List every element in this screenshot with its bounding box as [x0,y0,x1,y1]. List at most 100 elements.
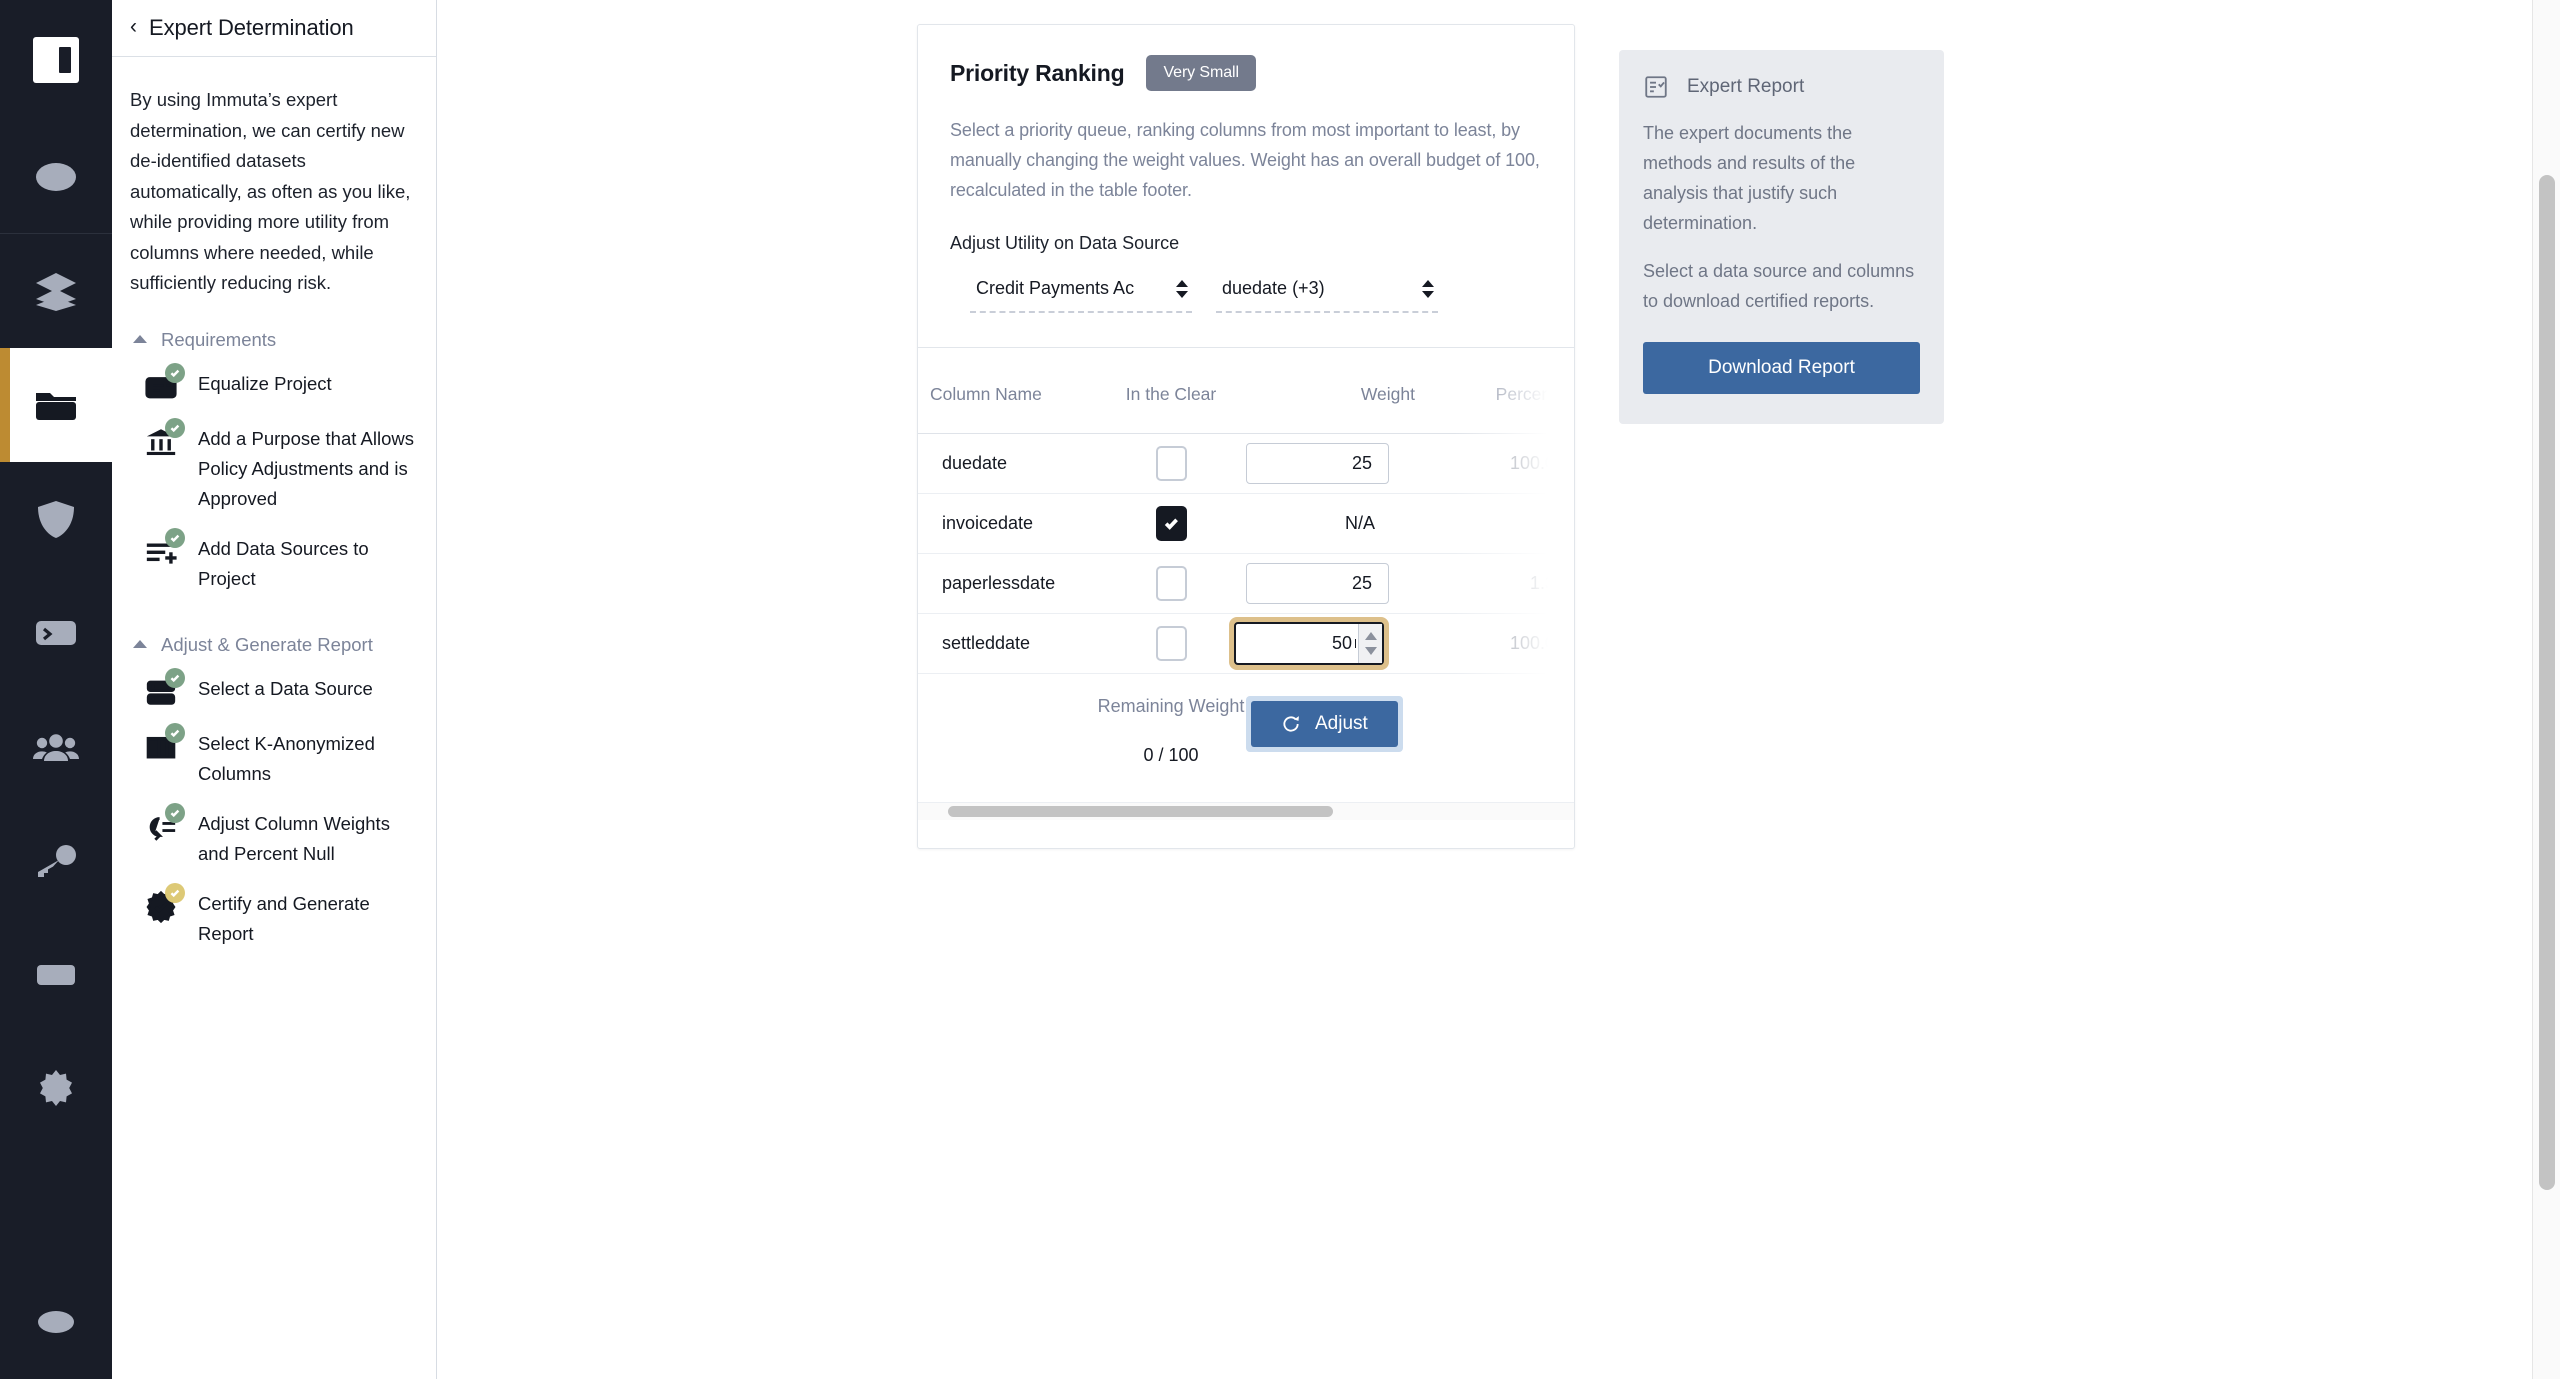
sidebar-item-label: Certify and Generate Report [198,892,370,944]
section-adjust-generate-report[interactable]: Adjust & Generate Report [130,634,414,656]
left-panel-body: By using Immuta’s expert determination, … [112,57,436,959]
in-the-clear-checkbox[interactable] [1155,626,1187,661]
refresh-icon [1283,716,1299,732]
column-select[interactable]: duedate (+3) [1216,278,1438,313]
key-icon [38,845,76,877]
rail-item-add[interactable] [0,120,112,234]
expert-report-paragraph-2: Select a data source and columns to down… [1643,261,1915,311]
header-weight: Weight [1246,384,1441,434]
rail-item-settings[interactable] [0,1032,112,1146]
rail-item-audit[interactable] [0,918,112,1032]
sidebar-item-equalize-project[interactable]: Equalize Project [130,359,414,414]
expert-report-paragraph-1: The expert documents the methods and res… [1643,123,1856,233]
rail-item-identity[interactable] [0,804,112,918]
sidebar-item-adjust-column-weights[interactable]: Adjust Column Weights and Percent Null [130,799,414,879]
in-the-clear-checkbox[interactable] [1155,506,1187,541]
table-horizontal-scrollbar[interactable] [918,801,1574,820]
download-report-button[interactable]: Download Report [1643,342,1920,394]
cell-column-name: paperlessdate [942,573,1056,593]
rail-item-logout[interactable] [0,1265,112,1379]
weight-input-focused[interactable]: 50 [1234,622,1384,665]
cell-column-name: duedate [942,453,1008,473]
priority-card-header: Priority Ranking Very Small Select a pri… [918,25,1574,348]
section-requirements[interactable]: Requirements [130,329,414,351]
card-title: Priority Ranking [950,59,1125,86]
left-panel: ‹ Expert Determination By using Immuta’s… [112,0,437,1379]
folder-icon [36,393,76,420]
priority-ranking-card: Priority Ranking Very Small Select a pri… [917,24,1575,849]
back-chevron-icon[interactable]: ‹ [130,16,137,40]
adjust-button[interactable]: Adjust [1251,701,1398,747]
cell-percent-null: 0% [1554,513,1574,533]
expert-report-panel: Expert Report The expert documents the m… [1619,50,1944,424]
card-title-row: Priority Ranking Very Small [950,55,1542,91]
cell-percent-null: 100.00% [1509,453,1574,473]
remaining-weight-value: 0 / 100 [1143,745,1199,765]
rail-item-query-engine[interactable] [0,576,112,690]
cell-percent-null: 1.38% [1529,573,1574,593]
sidebar-item-select-k-anonymized-columns[interactable]: Select K-Anonymized Columns [130,719,414,799]
table-header-row: Column Name In the Clear Weight Percent … [918,384,1574,434]
main-inner: Priority Ranking Very Small Select a pri… [437,24,2560,1379]
select-row: Credit Payments Ac duedate (+3) [950,278,1542,313]
immuta-logo-icon [33,37,79,83]
expert-report-header: Expert Report [1643,74,1920,100]
rail-item-policies[interactable] [0,462,112,576]
app-logo[interactable] [0,0,112,120]
stepper-down-icon[interactable] [1364,646,1377,655]
table-head: Column Name In the Clear Weight Percent … [918,384,1574,434]
sidebar-item-add-purpose[interactable]: Add a Purpose that Allows Policy Adjustm… [130,414,414,524]
columns-icon [144,722,185,764]
weight-input[interactable]: 25 [1246,443,1389,484]
status-badge-complete [165,527,185,548]
layers-icon [36,273,76,311]
section-label: Adjust & Generate Report [161,633,373,655]
add-list-icon [144,527,185,569]
sidebar-item-select-data-source[interactable]: Select a Data Source [130,664,414,719]
in-the-clear-checkbox[interactable] [1155,446,1187,481]
status-badge-complete [165,722,185,743]
card-bottom-padding [918,820,1574,848]
rail-spacer [0,1146,112,1265]
table-row: duedate 25 100.00% [918,433,1574,494]
rail-item-data-sources[interactable] [0,234,112,348]
status-badge-complete [165,417,185,438]
table-scrollbar-thumb[interactable] [948,805,1333,817]
adjust-button-label: Adjust [1315,713,1368,734]
rail-item-people[interactable] [0,690,112,804]
sidebar-item-label: Select K-Anonymized Columns [198,732,375,784]
users-icon [33,734,79,761]
data-source-select-value: Credit Payments Ac [976,278,1135,298]
table-row: paperlessdate 25 1.38% [918,553,1574,614]
weight-input[interactable]: 25 [1246,563,1389,604]
sort-caret-icon [1176,279,1188,298]
sidebar-item-label: Adjust Column Weights and Percent Null [198,812,390,864]
shield-icon [38,501,74,538]
cell-column-name: settleddate [942,633,1031,653]
page-scrollbar-thumb[interactable] [2539,175,2555,1190]
adjust-button-cell: Adjust [1246,674,1574,802]
app-root: ‹ Expert Determination By using Immuta’s… [0,0,2560,1379]
adjust-button-focus-ring: Adjust [1246,696,1403,752]
sidebar-item-label: Select a Data Source [198,677,373,699]
page-scrollbar[interactable] [2532,0,2560,1379]
sidebar-item-label: Equalize Project [198,372,332,394]
data-source-select[interactable]: Credit Payments Ac [970,278,1192,313]
bank-icon [144,417,185,459]
gear-icon [40,1070,72,1106]
sidebar-item-certify-generate-report[interactable]: Certify and Generate Report [130,879,414,959]
rail-item-projects[interactable] [0,348,112,462]
sidebar-item-add-data-sources[interactable]: Add Data Sources to Project [130,524,414,604]
in-the-clear-checkbox[interactable] [1155,566,1187,601]
chevron-up-icon [133,639,147,648]
table-body: duedate 25 100.00% invoicedate N/A 0 pap… [918,433,1574,802]
size-badge: Very Small [1146,55,1256,91]
stepper-up-icon[interactable] [1364,632,1377,641]
remaining-weight-cell: Remaining Weight 0 / 100 [1096,674,1246,802]
weights-table-wrapper: Column Name In the Clear Weight Percent … [918,348,1574,820]
icon-rail [0,0,112,1379]
column-select-value: duedate (+3) [1222,278,1325,298]
card-description: Select a priority queue, ranking columns… [950,120,1540,200]
weight-stepper[interactable] [1358,624,1382,663]
header-in-the-clear: In the Clear [1096,384,1246,434]
